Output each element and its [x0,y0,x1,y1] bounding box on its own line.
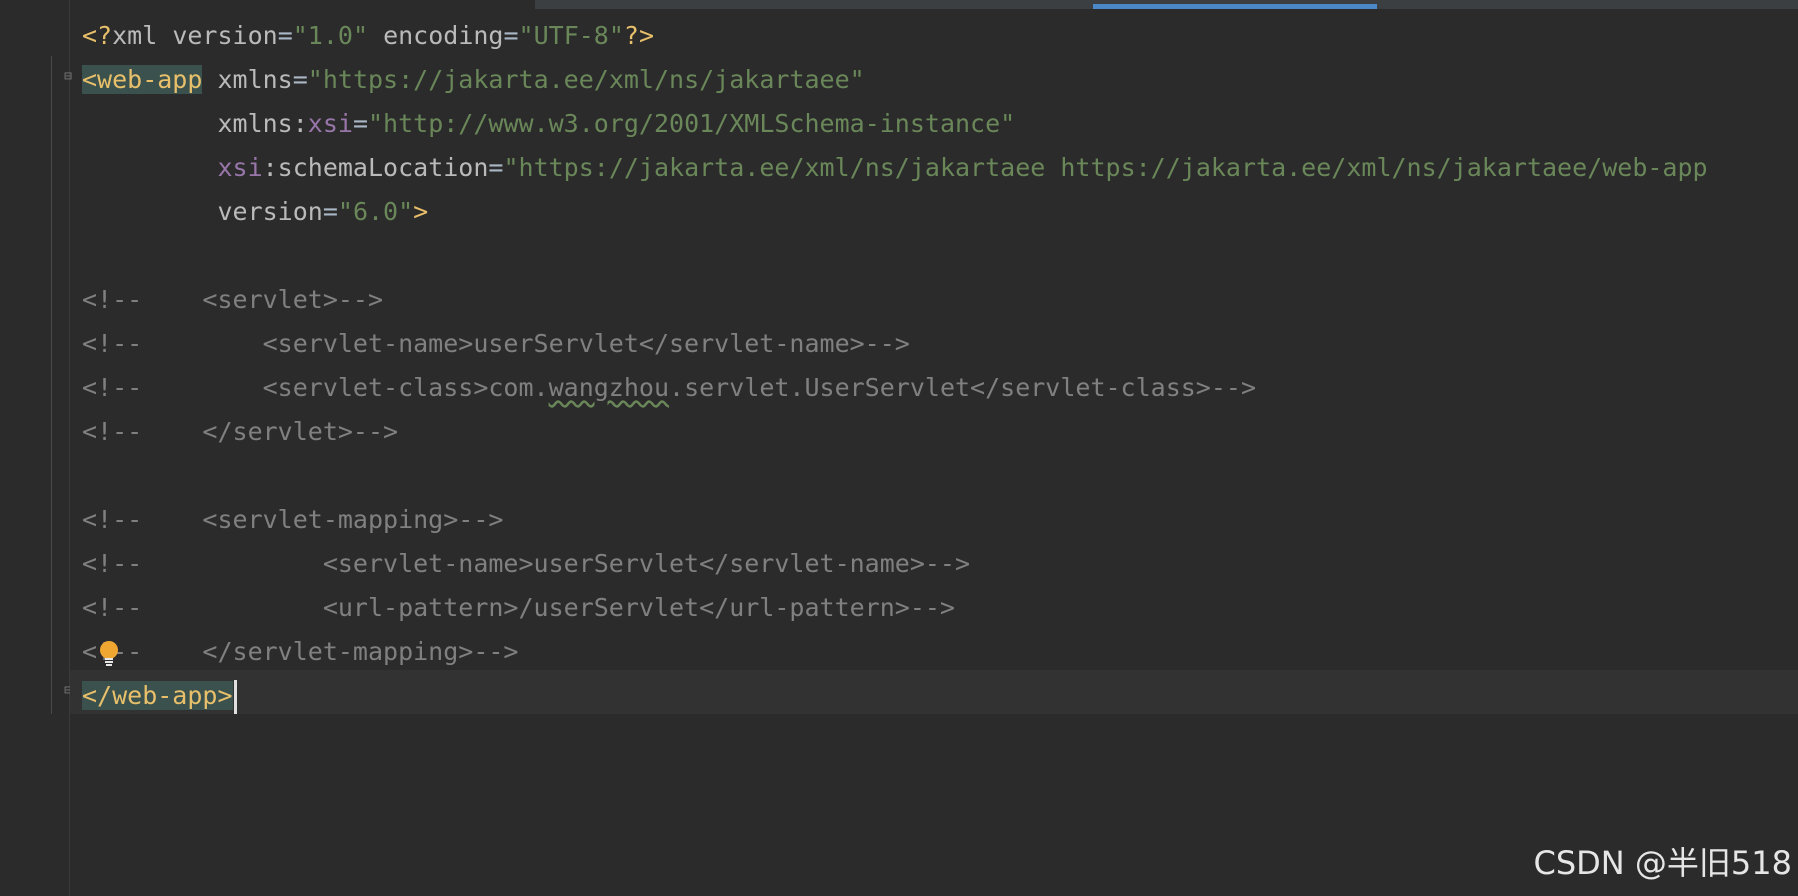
code-line[interactable]: </web-app> [82,674,237,718]
code-line[interactable]: <!-- <servlet-mapping>--> [82,498,503,542]
code-line[interactable]: <!-- </servlet-mapping>--> [82,630,519,674]
code-line[interactable]: <!-- <servlet-name>userServlet</servlet-… [82,322,910,366]
code-line[interactable]: version="6.0"> [82,190,428,234]
lightbulb-icon[interactable] [98,640,120,668]
active-tab-indicator[interactable] [1093,0,1377,9]
editor-gutter [0,0,68,896]
code-line[interactable]: <web-app xmlns="https://jakarta.ee/xml/n… [82,58,865,102]
code-line[interactable]: <!-- <url-pattern>/userServlet</url-patt… [82,586,955,630]
code-line[interactable]: xsi:schemaLocation="https://jakarta.ee/x… [82,146,1707,190]
watermark: CSDN @半旧518 [1533,844,1793,882]
code-line[interactable]: <?xml version="1.0" encoding="UTF-8"?> [82,14,654,58]
current-line-highlight [70,670,1798,714]
code-editor[interactable]: ⊟ ⊟ <?xml version="1.0" encoding="UTF-8"… [0,0,1798,896]
code-line[interactable]: xmlns:xsi="http://www.w3.org/2001/XMLSch… [82,102,1015,146]
code-line[interactable]: <!-- </servlet>--> [82,410,398,454]
code-line[interactable]: <!-- <servlet-class>com.wangzhou.servlet… [82,366,1256,410]
fold-guide [51,56,52,714]
gutter-divider [69,0,70,896]
text-caret [233,680,237,714]
code-line[interactable]: <!-- <servlet-name>userServlet</servlet-… [82,542,970,586]
code-line[interactable]: <!-- <servlet>--> [82,278,383,322]
editor-tab-strip [0,0,1798,10]
fold-open-icon[interactable]: ⊟ [61,70,75,84]
tab-strip-segment [535,0,1093,9]
tab-strip-segment [1377,0,1798,9]
